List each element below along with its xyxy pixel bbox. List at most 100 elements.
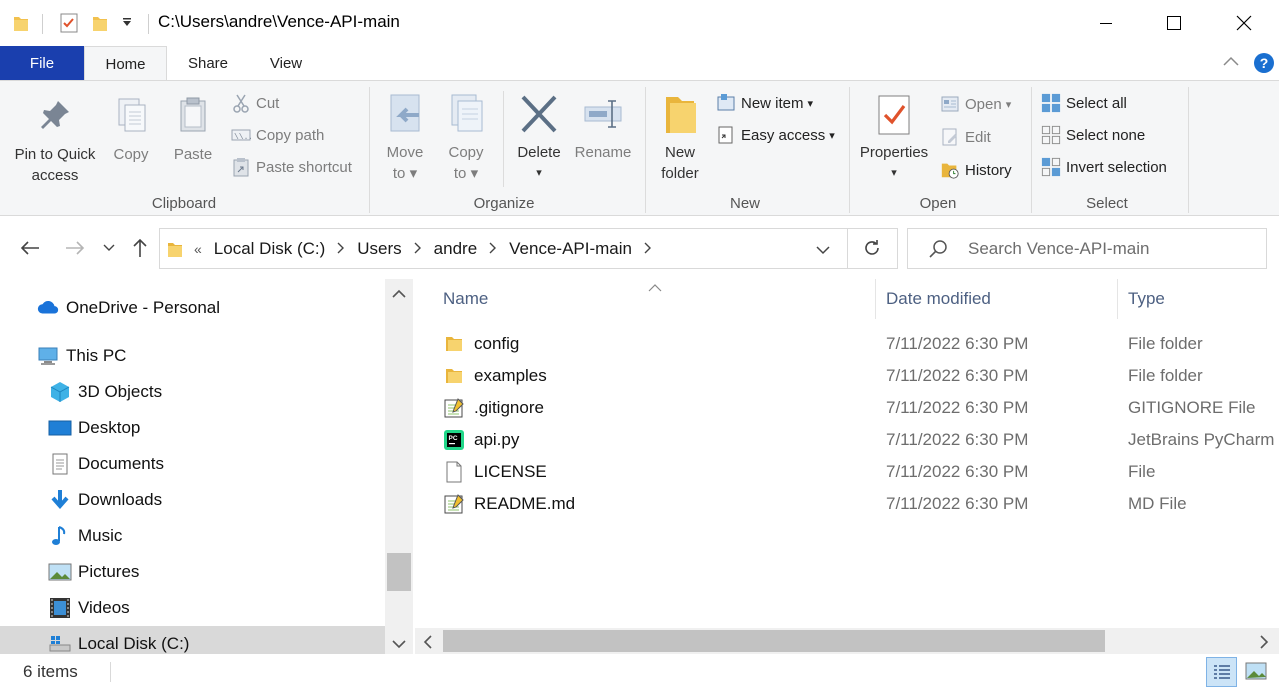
pin-to-quick-access-button[interactable]: Pin to Quick access — [8, 95, 102, 186]
chevron-right-icon[interactable] — [644, 241, 652, 257]
maximize-button[interactable] — [1151, 0, 1197, 46]
paste-button[interactable]: Paste — [168, 95, 218, 165]
scroll-left-icon[interactable] — [423, 635, 433, 654]
recent-locations-button[interactable] — [95, 233, 123, 263]
file-list-horizontal-scrollbar[interactable] — [415, 628, 1279, 654]
column-divider[interactable] — [875, 279, 876, 319]
history-button[interactable]: History — [940, 157, 1012, 183]
nav-item-3d-objects[interactable]: 3D Objects — [0, 374, 385, 410]
properties-dropdown-icon[interactable]: ▾ — [891, 163, 897, 184]
up-button[interactable] — [125, 233, 155, 263]
nav-item-desktop[interactable]: Desktop — [0, 410, 385, 446]
scroll-up-icon[interactable] — [392, 286, 406, 304]
scrollbar-thumb[interactable] — [387, 553, 411, 591]
move-to-button[interactable]: Move to ▾ — [380, 93, 430, 184]
close-button[interactable] — [1221, 0, 1267, 46]
tab-share[interactable]: Share — [170, 46, 246, 80]
select-none-icon — [1041, 125, 1061, 145]
videos-icon — [48, 596, 72, 620]
easy-access-button[interactable]: Easy access ▾ — [716, 122, 835, 148]
nav-item-downloads[interactable]: Downloads — [0, 482, 385, 518]
select-none-button[interactable]: Select none — [1041, 122, 1145, 148]
close-icon — [1236, 15, 1252, 31]
scroll-down-icon[interactable] — [392, 636, 406, 654]
file-row[interactable]: examples 7/11/2022 6:30 PM File folder — [415, 360, 1279, 392]
nav-item-onedrive[interactable]: OneDrive - Personal — [0, 290, 385, 326]
minimize-ribbon-icon[interactable] — [1222, 54, 1240, 75]
copy-to-button[interactable]: Copy to ▾ — [441, 93, 491, 184]
paste-shortcut-button[interactable]: Paste shortcut — [231, 154, 352, 180]
breadcrumb-local-disk[interactable]: Local Disk (C:) — [214, 239, 325, 259]
cut-button[interactable]: Cut — [231, 90, 279, 116]
tab-home[interactable]: Home — [84, 46, 167, 81]
rename-button[interactable]: Rename — [573, 93, 633, 163]
nav-item-pictures[interactable]: Pictures — [0, 554, 385, 590]
address-overflow-indicator[interactable]: « — [194, 241, 202, 257]
tab-file[interactable]: File — [0, 46, 84, 80]
select-all-icon — [1041, 93, 1061, 113]
copy-button[interactable]: Copy — [106, 95, 156, 165]
large-icons-view-button[interactable] — [1244, 660, 1268, 687]
address-bar[interactable]: « Local Disk (C:) Users andre Vence-API-… — [159, 228, 898, 269]
file-row[interactable]: PC api.py 7/11/2022 6:30 PM JetBrains Py… — [415, 424, 1279, 456]
open-button[interactable]: Open ▾ — [940, 91, 1011, 117]
refresh-icon[interactable] — [862, 238, 882, 263]
pycharm-file-icon: PC — [443, 429, 465, 451]
edit-button[interactable]: Edit — [940, 124, 991, 150]
customize-quick-access-dropdown-icon[interactable] — [121, 11, 133, 35]
invert-selection-icon — [1041, 157, 1061, 177]
edit-label: Edit — [965, 128, 991, 146]
blank-file-icon — [443, 461, 465, 483]
chevron-right-icon[interactable] — [489, 241, 497, 257]
column-header-type[interactable]: Type — [1128, 279, 1165, 319]
nav-item-label: Videos — [78, 598, 130, 617]
svg-text:PC: PC — [449, 435, 458, 442]
help-icon[interactable]: ? — [1253, 52, 1275, 79]
properties-button[interactable]: Properties ▾ — [856, 93, 932, 184]
local-disk-icon — [48, 632, 72, 654]
copy-path-button[interactable]: \\.. Copy path — [231, 122, 324, 148]
tab-view[interactable]: View — [248, 46, 324, 80]
desktop-icon — [48, 416, 72, 440]
properties-quick-access-icon[interactable] — [58, 11, 80, 35]
nav-item-videos[interactable]: Videos — [0, 590, 385, 626]
delete-button[interactable]: Delete ▾ — [514, 93, 564, 184]
nav-item-this-pc[interactable]: This PC — [0, 338, 385, 374]
details-view-icon — [1213, 665, 1230, 679]
column-header-date-modified[interactable]: Date modified — [886, 279, 991, 319]
scrollbar-thumb[interactable] — [443, 630, 1105, 652]
file-row[interactable]: config 7/11/2022 6:30 PM File folder — [415, 328, 1279, 360]
search-input[interactable] — [968, 238, 1258, 259]
details-view-button[interactable] — [1206, 657, 1237, 687]
scroll-right-icon[interactable] — [1259, 635, 1269, 654]
chevron-right-icon[interactable] — [337, 241, 345, 257]
new-item-button[interactable]: New item ▾ — [716, 90, 813, 116]
invert-selection-button[interactable]: Invert selection — [1041, 154, 1167, 180]
nav-item-local-disk[interactable]: Local Disk (C:) — [0, 626, 385, 654]
search-box[interactable] — [907, 228, 1267, 269]
file-row[interactable]: .gitignore 7/11/2022 6:30 PM GITIGNORE F… — [415, 392, 1279, 424]
copy-icon — [118, 98, 146, 132]
minimize-button[interactable] — [1083, 0, 1129, 46]
forward-button[interactable] — [60, 233, 90, 263]
file-row[interactable]: README.md 7/11/2022 6:30 PM MD File — [415, 488, 1279, 520]
chevron-right-icon[interactable] — [414, 241, 422, 257]
address-history-dropdown-icon[interactable] — [816, 242, 830, 260]
nav-pane-scrollbar[interactable] — [385, 279, 413, 654]
column-divider[interactable] — [1117, 279, 1118, 319]
file-row[interactable]: LICENSE 7/11/2022 6:30 PM File — [415, 456, 1279, 488]
breadcrumb-vence-api-main[interactable]: Vence-API-main — [509, 239, 632, 259]
column-header-name[interactable]: Name — [443, 279, 488, 319]
delete-dropdown-icon[interactable]: ▾ — [536, 163, 542, 184]
back-button[interactable] — [15, 233, 45, 263]
maximize-icon — [1167, 16, 1181, 30]
breadcrumb-users[interactable]: Users — [357, 239, 401, 259]
nav-item-music[interactable]: Music — [0, 518, 385, 554]
breadcrumb-andre[interactable]: andre — [434, 239, 477, 259]
new-folder-quick-access-icon[interactable] — [91, 11, 109, 35]
new-folder-button[interactable]: New folder — [655, 93, 705, 184]
easy-access-icon — [716, 125, 736, 145]
invert-selection-label: Invert selection — [1066, 158, 1167, 176]
nav-item-documents[interactable]: Documents — [0, 446, 385, 482]
select-all-button[interactable]: Select all — [1041, 90, 1127, 116]
